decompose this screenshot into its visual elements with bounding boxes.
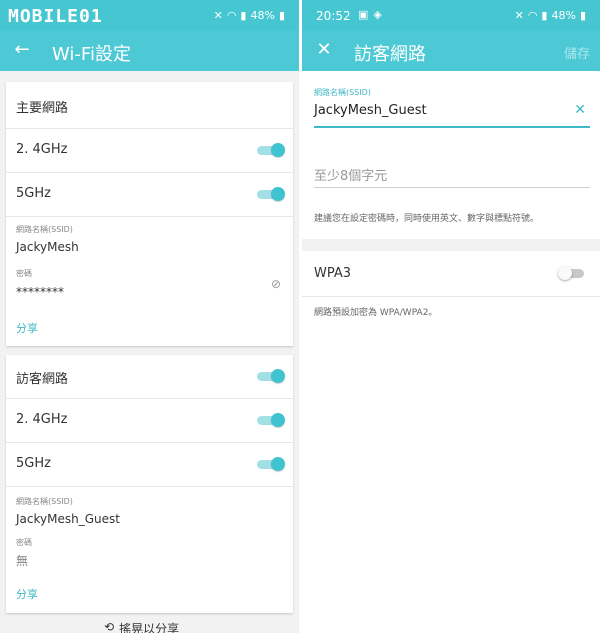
- guest-password-value: 無: [16, 554, 29, 568]
- clear-ssid-icon[interactable]: ✕: [574, 102, 586, 118]
- section-divider: [302, 239, 600, 251]
- main-24ghz-toggle[interactable]: [257, 143, 285, 157]
- shake-phone-icon: ⟲: [104, 620, 115, 633]
- close-icon[interactable]: ✕: [314, 39, 334, 60]
- guest-share-link[interactable]: 分享: [16, 586, 38, 602]
- status-bar: MOBILE01 ✕ ◠ ▮ 48% ▮: [0, 0, 299, 31]
- main-24ghz-row: 2. 4GHz: [6, 129, 293, 173]
- main-5ghz-label: 5GHz: [16, 186, 51, 201]
- battery-text: 48%: [551, 9, 576, 22]
- wpa3-divider: [302, 296, 600, 297]
- guest-network-toggle[interactable]: [257, 369, 285, 383]
- app-bar: ✕ 訪客網路 儲存: [302, 31, 600, 71]
- guest-ssid-label: 網路名稱(SSID): [16, 497, 73, 506]
- main-5ghz-toggle[interactable]: [257, 187, 285, 201]
- ssid-input[interactable]: JackyMesh_Guest: [314, 103, 427, 118]
- notification-icons: ▣ ◈: [358, 8, 382, 21]
- wifi-icon: ◠: [226, 9, 237, 22]
- notification-icon: ◈: [373, 8, 382, 21]
- image-icon: ▣: [358, 8, 369, 21]
- password-input[interactable]: 至少8個字元: [314, 165, 387, 184]
- logo-text: MOBILE01: [8, 6, 103, 27]
- guest-network-header-row: 訪客網路: [6, 355, 293, 399]
- status-time: 20:52: [316, 9, 351, 23]
- main-network-header-row: 主要網路: [6, 82, 293, 129]
- wpa3-toggle[interactable]: [558, 266, 586, 280]
- main-ssid-value: JackyMesh: [16, 240, 79, 254]
- status-icons: ✕ ◠ ▮ 48% ▮: [214, 9, 285, 22]
- guest-password-label: 密碼: [16, 538, 32, 547]
- signal-icon: ▮: [541, 9, 548, 22]
- main-network-card: 主要網路 2. 4GHz 5GHz 網路名稱(SSID) JackyMesh 密…: [6, 82, 293, 346]
- screenshot-root: MOBILE01 ✕ ◠ ▮ 48% ▮ ← Wi-Fi設定 主要網路 2. 4…: [0, 0, 600, 633]
- guest-network-title: 訪客網路: [16, 372, 69, 387]
- battery-icon: ▮: [579, 9, 586, 22]
- back-arrow-icon[interactable]: ←: [12, 39, 32, 60]
- mute-icon: ✕: [514, 9, 524, 22]
- status-icons: ✕ ◠ ▮ 48% ▮: [515, 9, 586, 22]
- guest-24ghz-toggle[interactable]: [257, 413, 285, 427]
- main-password-label: 密碼: [16, 269, 32, 278]
- app-bar: ← Wi-Fi設定: [0, 31, 299, 71]
- main-24ghz-label: 2. 4GHz: [16, 142, 68, 157]
- guest-5ghz-toggle[interactable]: [257, 457, 285, 471]
- guest-network-screen: 20:52 ▣ ◈ ✕ ◠ ▮ 48% ▮ ✕ 訪客網路 儲存 網路名稱(SSI…: [302, 0, 600, 633]
- save-button[interactable]: 儲存: [564, 43, 590, 62]
- main-ssid-label: 網路名稱(SSID): [16, 225, 73, 234]
- main-password-value: ********: [16, 285, 64, 299]
- password-hint: 建議您在設定密碼時，同時使用英文、數字與標點符號。: [314, 214, 540, 224]
- mute-icon: ✕: [213, 9, 223, 22]
- battery-text: 48%: [250, 9, 275, 22]
- status-bar: 20:52 ▣ ◈ ✕ ◠ ▮ 48% ▮: [302, 0, 600, 31]
- hide-password-icon[interactable]: ⊘: [271, 277, 281, 291]
- password-underline: [314, 187, 590, 188]
- main-network-title: 主要網路: [16, 101, 69, 116]
- battery-icon: ▮: [278, 9, 285, 22]
- ssid-field-label: 網路名稱(SSID): [314, 88, 371, 97]
- guest-5ghz-row: 5GHz: [6, 443, 293, 487]
- wpa3-label: WPA3: [314, 266, 352, 281]
- main-5ghz-row: 5GHz: [6, 173, 293, 217]
- wpa3-note: 網路預設加密為 WPA/WPA2。: [314, 308, 438, 318]
- guest-ssid-value: JackyMesh_Guest: [16, 512, 120, 526]
- guest-24ghz-label: 2. 4GHz: [16, 412, 68, 427]
- guest-24ghz-row: 2. 4GHz: [6, 399, 293, 443]
- shake-to-share-label: 搖晃以分享: [119, 622, 180, 633]
- main-share-link[interactable]: 分享: [16, 320, 38, 336]
- guest-network-card: 訪客網路 2. 4GHz 5GHz 網路名稱(SSID) JackyMesh_G…: [6, 355, 293, 613]
- page-title: 訪客網路: [354, 44, 426, 65]
- page-title: Wi-Fi設定: [52, 44, 131, 65]
- wifi-icon: ◠: [527, 9, 538, 22]
- shake-to-share[interactable]: ⟲ 搖晃以分享: [104, 620, 179, 633]
- guest-5ghz-label: 5GHz: [16, 456, 51, 471]
- ssid-underline: [314, 126, 590, 128]
- wifi-settings-screen: MOBILE01 ✕ ◠ ▮ 48% ▮ ← Wi-Fi設定 主要網路 2. 4…: [0, 0, 299, 633]
- signal-icon: ▮: [240, 9, 247, 22]
